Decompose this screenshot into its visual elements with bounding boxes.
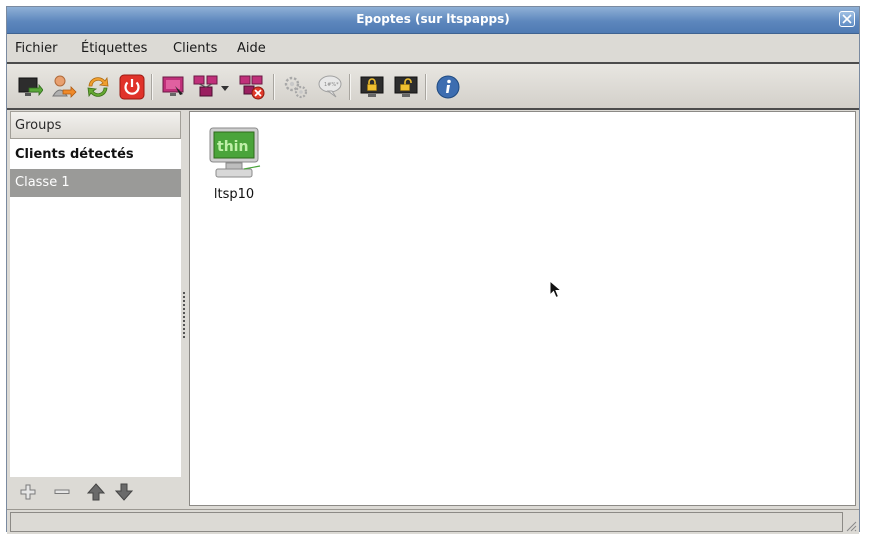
menu-bar: Fichier Étiquettes Clients Aide: [7, 34, 859, 64]
lock-screen-icon[interactable]: [359, 74, 385, 100]
toolbar-separator: [425, 74, 427, 100]
plus-icon: [20, 484, 36, 500]
monitor-arrow-icon[interactable]: [17, 74, 44, 100]
user-logout-icon[interactable]: [51, 74, 77, 100]
clients-view: thin ltsp10: [189, 111, 856, 506]
group-actions-bar: [10, 477, 181, 507]
status-bar: [7, 509, 859, 534]
remove-group-button[interactable]: [52, 482, 72, 502]
arrow-up-icon: [86, 483, 106, 501]
toolbar: 1#%*: [7, 64, 859, 110]
client-name: ltsp10: [213, 187, 255, 202]
svg-text:1#%*: 1#%*: [324, 82, 339, 88]
move-group-down-button[interactable]: [114, 482, 134, 502]
info-icon[interactable]: [435, 74, 461, 100]
menu-clients[interactable]: Clients: [173, 41, 217, 56]
observe-client-icon[interactable]: [161, 74, 187, 100]
close-button[interactable]: [839, 11, 855, 27]
toolbar-separator: [151, 74, 153, 100]
execute-command-icon[interactable]: [283, 74, 309, 100]
stop-broadcast-icon[interactable]: [239, 74, 265, 100]
groups-header[interactable]: Groups: [10, 111, 181, 139]
status-text-field: [10, 512, 843, 532]
window-title: Epoptes (sur ltspapps): [356, 12, 510, 26]
toolbar-separator: [349, 74, 351, 100]
minus-icon: [54, 489, 70, 494]
send-message-icon[interactable]: 1#%*: [317, 74, 343, 100]
groups-sidebar: Groups Clients détectés Classe 1: [10, 111, 181, 477]
group-item-classe-1[interactable]: Classe 1: [10, 169, 181, 197]
move-group-up-button[interactable]: [86, 482, 106, 502]
dropdown-arrow-icon[interactable]: [219, 74, 231, 100]
group-item-clients-detectes[interactable]: Clients détectés: [10, 141, 181, 169]
power-icon[interactable]: [119, 74, 145, 100]
groups-header-label: Groups: [15, 118, 62, 133]
group-item-label: Clients détectés: [15, 147, 134, 162]
menu-etiquettes[interactable]: Étiquettes: [81, 41, 147, 56]
title-bar[interactable]: Epoptes (sur ltspapps): [7, 7, 859, 34]
add-group-button[interactable]: [18, 482, 38, 502]
toolbar-separator: [273, 74, 275, 100]
close-icon: [842, 14, 852, 24]
resize-grip-icon[interactable]: [845, 520, 857, 532]
mouse-cursor-icon: [549, 280, 563, 299]
broadcast-screen-icon[interactable]: [193, 74, 219, 100]
main-window: Epoptes (sur ltspapps) Fichier Étiquette…: [6, 6, 860, 534]
client-screen-text: thin: [217, 139, 248, 155]
menu-aide[interactable]: Aide: [237, 41, 266, 56]
arrow-down-icon: [114, 483, 134, 501]
group-item-label: Classe 1: [15, 175, 70, 190]
reboot-icon[interactable]: [85, 74, 111, 100]
unlock-screen-icon[interactable]: [393, 74, 419, 100]
menu-fichier[interactable]: Fichier: [15, 41, 58, 56]
pane-resize-handle[interactable]: [183, 292, 187, 338]
client-item[interactable]: thin ltsp10: [204, 126, 264, 206]
